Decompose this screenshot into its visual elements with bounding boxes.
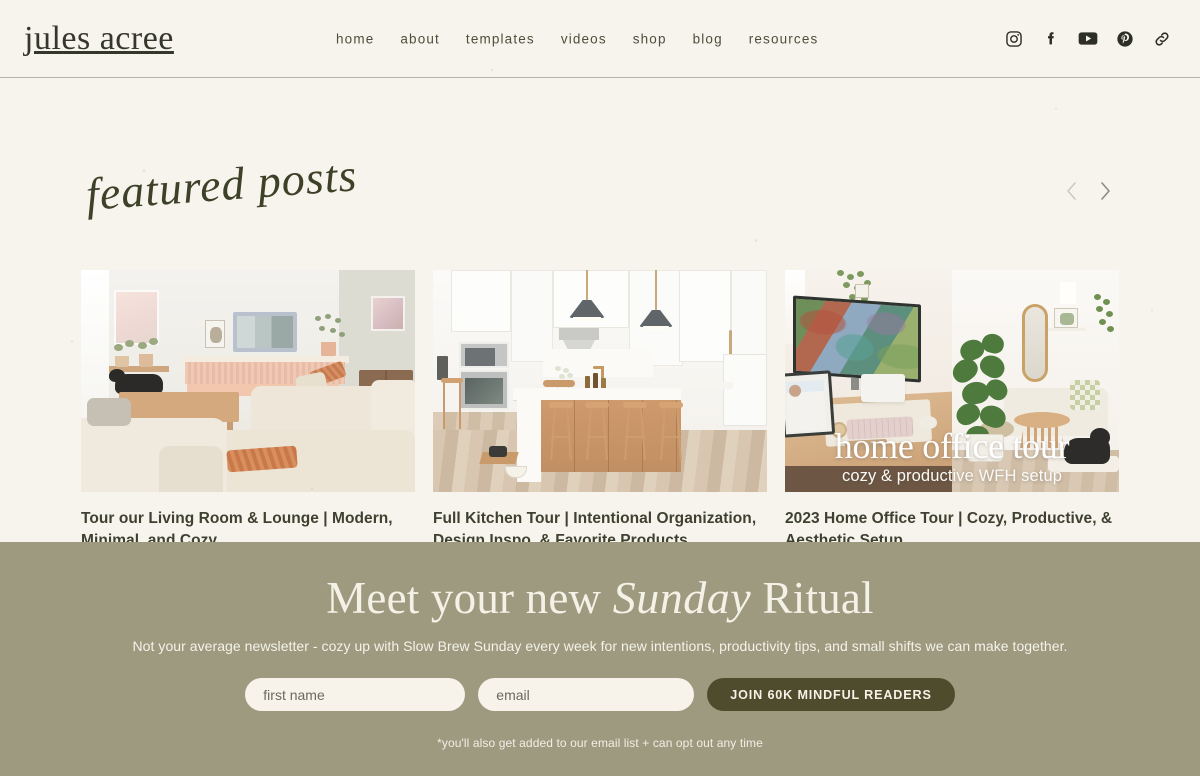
brand-logo[interactable]: jules acree: [24, 21, 174, 56]
featured-posts-section: featured posts Tour our Living Room & Lo…: [0, 78, 1200, 549]
post-thumbnail-living-room[interactable]: [81, 270, 415, 492]
facebook-icon[interactable]: [1041, 29, 1061, 49]
nav-link-shop[interactable]: shop: [633, 31, 667, 46]
newsletter-form: JOIN 60K MINDFUL READERS: [0, 678, 1200, 712]
carousel-controls: [1060, 178, 1116, 204]
newsletter-heading-part1: Meet your new: [326, 573, 613, 623]
nav-link-videos[interactable]: videos: [561, 31, 607, 46]
chevron-left-icon[interactable]: [1060, 178, 1082, 204]
featured-posts-grid: Tour our Living Room & Lounge | Modern, …: [81, 270, 1119, 553]
main-navigation: home about templates videos shop blog re…: [336, 31, 818, 46]
newsletter-section: Meet your new Sunday Ritual Not your ave…: [0, 542, 1200, 776]
social-links: [1004, 29, 1172, 49]
nav-link-templates[interactable]: templates: [466, 31, 535, 46]
newsletter-heading-script: Sunday: [612, 572, 752, 623]
subscribe-button[interactable]: JOIN 60K MINDFUL READERS: [707, 678, 955, 712]
youtube-icon[interactable]: [1078, 29, 1098, 49]
post-thumbnail-home-office[interactable]: home office tour cozy & productive WFH s…: [785, 270, 1119, 492]
newsletter-disclaimer: *you'll also get added to our email list…: [437, 736, 763, 751]
first-name-input[interactable]: [245, 678, 466, 712]
post-card-kitchen[interactable]: Full Kitchen Tour | Intentional Organiza…: [433, 270, 767, 553]
instagram-icon[interactable]: [1004, 29, 1024, 49]
nav-link-home[interactable]: home: [336, 31, 374, 46]
chevron-right-icon[interactable]: [1094, 178, 1116, 204]
newsletter-heading: Meet your new Sunday Ritual: [0, 542, 1200, 622]
newsletter-heading-part2: Ritual: [751, 573, 874, 623]
featured-posts-heading: featured posts: [84, 149, 359, 220]
pinterest-icon[interactable]: [1115, 29, 1135, 49]
post-thumbnail-kitchen[interactable]: [433, 270, 767, 492]
site-header: jules acree home about templates videos …: [0, 0, 1200, 78]
link-icon[interactable]: [1152, 29, 1172, 49]
nav-link-blog[interactable]: blog: [693, 31, 723, 46]
nav-link-about[interactable]: about: [400, 31, 440, 46]
post-card-home-office[interactable]: home office tour cozy & productive WFH s…: [785, 270, 1119, 553]
nav-link-resources[interactable]: resources: [749, 31, 819, 46]
post-card-living-room[interactable]: Tour our Living Room & Lounge | Modern, …: [81, 270, 415, 553]
email-input[interactable]: [478, 678, 695, 712]
newsletter-subtitle: Not your average newsletter - cozy up wi…: [132, 638, 1068, 655]
